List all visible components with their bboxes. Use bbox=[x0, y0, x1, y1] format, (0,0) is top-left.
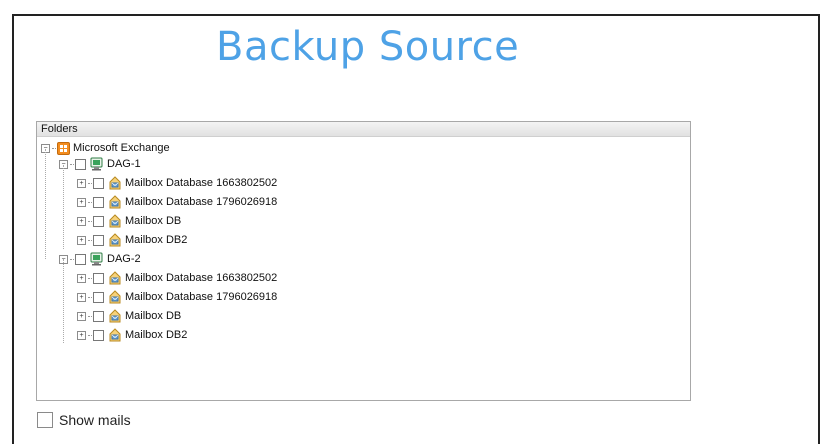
tree-node-checkbox[interactable] bbox=[93, 215, 104, 227]
tree-node-label: Mailbox DB2 bbox=[125, 329, 188, 341]
mailbox-database-icon bbox=[108, 214, 122, 228]
expand-toggle[interactable]: + bbox=[77, 235, 86, 245]
mailbox-database-icon bbox=[108, 290, 122, 304]
server-icon bbox=[90, 252, 104, 266]
mailbox-database-icon bbox=[108, 271, 122, 285]
expand-toggle[interactable]: + bbox=[77, 311, 86, 321]
tree-node-label: DAG-2 bbox=[107, 253, 141, 265]
tree-node-checkbox[interactable] bbox=[93, 329, 104, 341]
tree-node-database[interactable]: + Mailbox Database 1796026918 bbox=[77, 194, 277, 210]
folders-panel: Folders − Microsoft Exchange − DAG-1 + Mailbo… bbox=[36, 121, 691, 401]
show-mails-option[interactable]: Show mails bbox=[37, 412, 131, 428]
mailbox-database-icon bbox=[108, 328, 122, 342]
exchange-icon bbox=[57, 141, 70, 155]
tree-node-root[interactable]: − Microsoft Exchange bbox=[41, 140, 170, 156]
server-icon bbox=[90, 157, 104, 171]
tree-connector bbox=[63, 259, 64, 343]
tree-node-database[interactable]: + Mailbox Database 1663802502 bbox=[77, 270, 277, 286]
tree-node-label: DAG-1 bbox=[107, 158, 141, 170]
tree-node-checkbox[interactable] bbox=[93, 234, 104, 246]
tree-node-checkbox[interactable] bbox=[93, 177, 104, 189]
tree-node-checkbox[interactable] bbox=[93, 196, 104, 208]
expand-toggle[interactable]: + bbox=[77, 178, 86, 188]
expand-toggle[interactable]: + bbox=[77, 273, 86, 283]
tree-node-database[interactable]: + Mailbox DB bbox=[77, 308, 181, 324]
tree-node-checkbox[interactable] bbox=[93, 291, 104, 303]
tree-node-database[interactable]: + Mailbox Database 1663802502 bbox=[77, 175, 277, 191]
expand-toggle[interactable]: + bbox=[77, 216, 86, 226]
mailbox-database-icon bbox=[108, 176, 122, 190]
tree-node-checkbox[interactable] bbox=[75, 158, 86, 170]
show-mails-checkbox[interactable] bbox=[37, 412, 53, 428]
tree-node-group[interactable]: − DAG-1 bbox=[59, 156, 141, 172]
tree-node-label: Mailbox Database 1663802502 bbox=[125, 272, 278, 284]
tree-node-group[interactable]: − DAG-2 bbox=[59, 251, 141, 267]
show-mails-label: Show mails bbox=[59, 412, 131, 428]
folders-header: Folders bbox=[37, 122, 690, 137]
tree-node-label: Mailbox DB bbox=[125, 215, 182, 227]
tree-node-label: Mailbox DB2 bbox=[125, 234, 188, 246]
tree-node-database[interactable]: + Mailbox DB bbox=[77, 213, 181, 229]
tree-node-database[interactable]: + Mailbox DB2 bbox=[77, 232, 187, 248]
tree-node-database[interactable]: + Mailbox DB2 bbox=[77, 327, 187, 343]
tree-node-checkbox[interactable] bbox=[93, 310, 104, 322]
tree-node-label: Mailbox DB bbox=[125, 310, 182, 322]
mailbox-database-icon bbox=[108, 233, 122, 247]
tree-connector bbox=[45, 149, 46, 259]
mailbox-database-icon bbox=[108, 309, 122, 323]
tree-node-checkbox[interactable] bbox=[93, 272, 104, 284]
tree-node-label: Mailbox Database 1796026918 bbox=[125, 291, 278, 303]
expand-toggle[interactable]: + bbox=[77, 292, 86, 302]
tree-node-database[interactable]: + Mailbox Database 1796026918 bbox=[77, 289, 277, 305]
mailbox-database-icon bbox=[108, 195, 122, 209]
tree-connector bbox=[63, 165, 64, 249]
tree-node-label: Mailbox Database 1663802502 bbox=[125, 177, 278, 189]
tree-node-checkbox[interactable] bbox=[75, 253, 86, 265]
expand-toggle[interactable]: + bbox=[77, 330, 86, 340]
tree-node-label: Microsoft Exchange bbox=[73, 142, 170, 154]
page-title: Backup Source bbox=[216, 24, 520, 70]
expand-toggle[interactable]: + bbox=[77, 197, 86, 207]
tree-node-label: Mailbox Database 1796026918 bbox=[125, 196, 278, 208]
